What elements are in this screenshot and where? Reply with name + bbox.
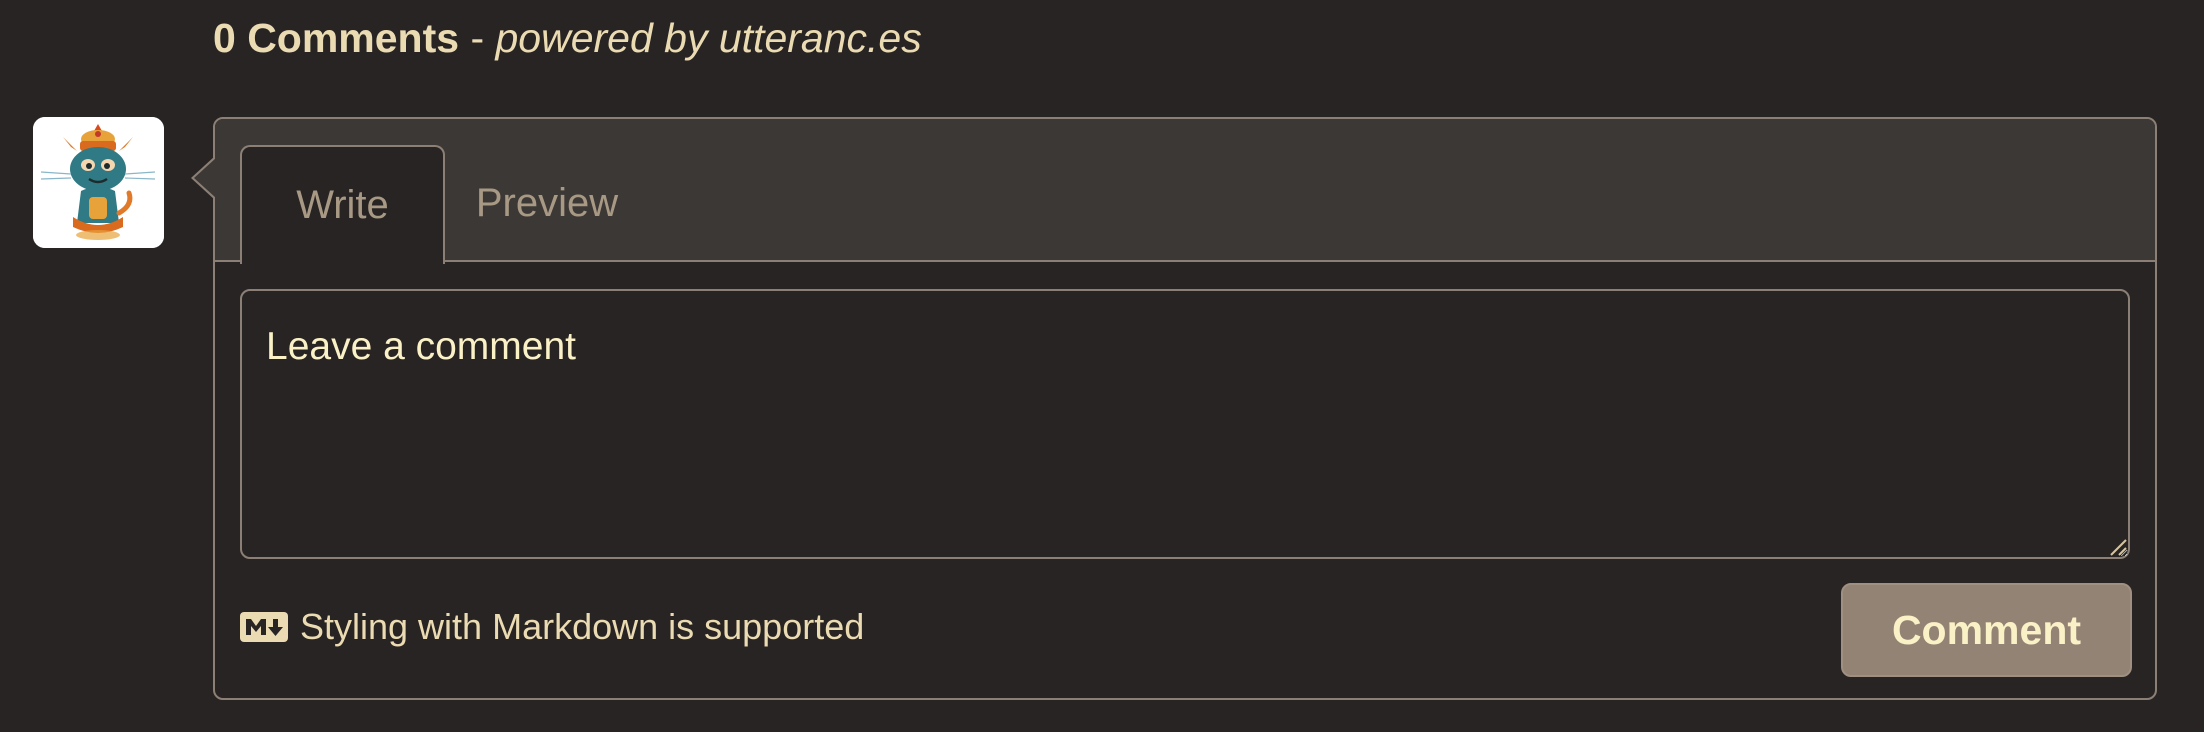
powered-by-link[interactable]: powered by utteranc.es xyxy=(496,15,922,61)
user-avatar-icon xyxy=(33,117,164,248)
header-separator: - xyxy=(459,15,496,61)
tab-write[interactable]: Write xyxy=(240,145,445,264)
speech-caret-fill xyxy=(194,158,216,198)
markdown-help-label: Styling with Markdown is supported xyxy=(300,606,865,647)
markdown-help-link[interactable]: Styling with Markdown is supported xyxy=(240,606,864,648)
comment-submit-button[interactable]: Comment xyxy=(1841,583,2132,677)
comment-textarea[interactable] xyxy=(240,289,2130,559)
resize-handle-icon[interactable] xyxy=(2109,538,2127,556)
comment-count: 0 Comments xyxy=(213,15,460,61)
markdown-icon xyxy=(240,612,288,642)
editor-tabs: Write Preview xyxy=(215,119,2155,264)
avatar[interactable] xyxy=(33,117,164,248)
comment-form: Write Preview Styling with Markdown is s… xyxy=(191,117,2157,700)
comments-header: 0 Comments - powered by utteranc.es xyxy=(213,12,922,64)
comments-widget: 0 Comments - powered by utteranc.es Writ… xyxy=(0,0,2204,732)
tab-preview[interactable]: Preview xyxy=(447,145,647,262)
